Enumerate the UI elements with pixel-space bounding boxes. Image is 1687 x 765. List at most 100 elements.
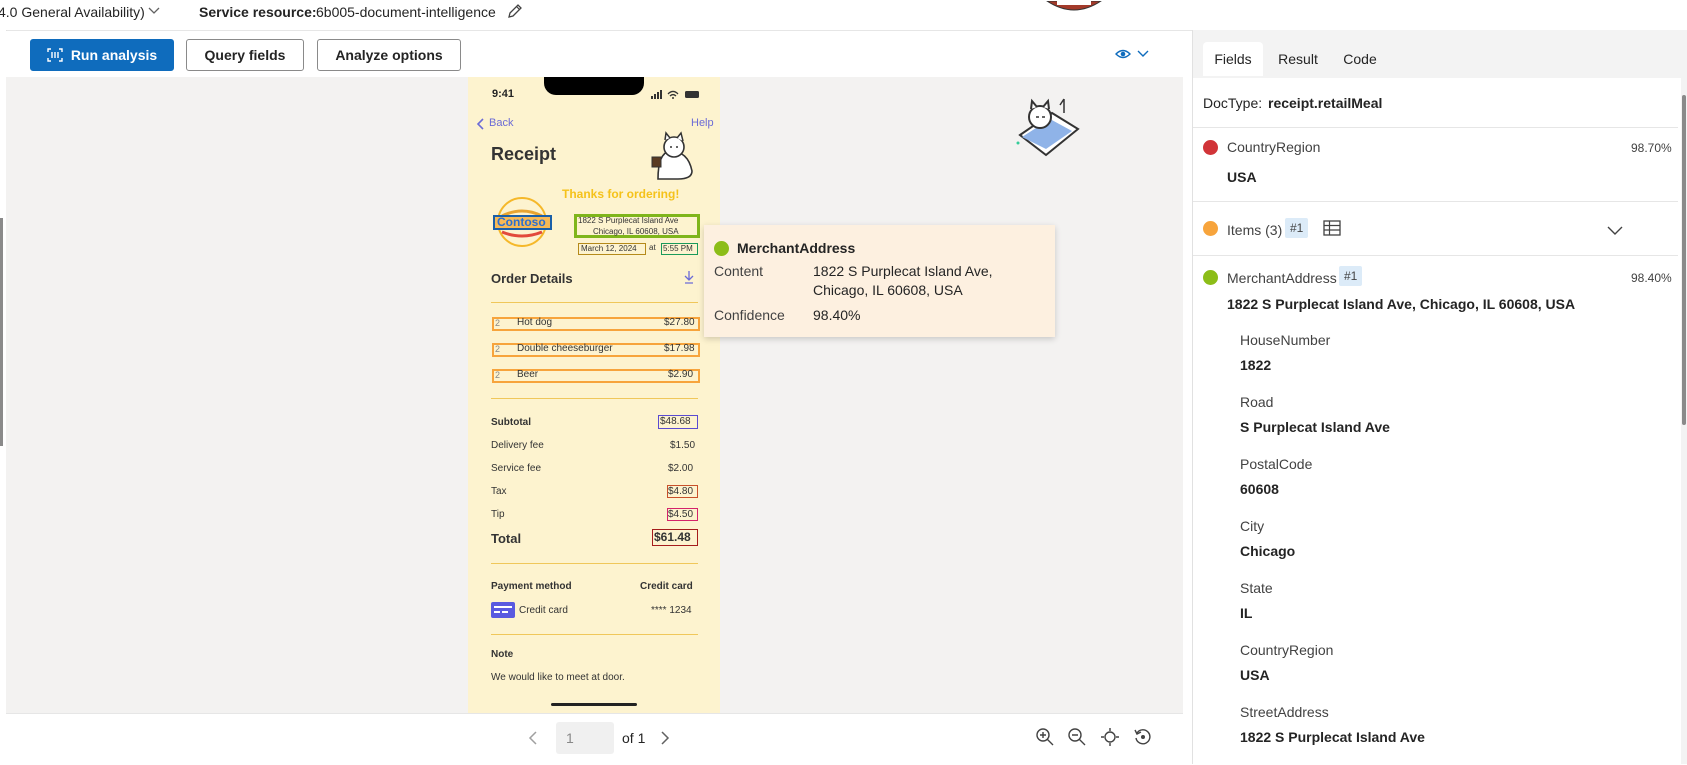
page-navigation: 1 of 1 [6, 713, 1183, 765]
divider [491, 398, 698, 399]
item-price: $27.80 [664, 317, 695, 328]
tab-code[interactable]: Code [1331, 42, 1389, 76]
status-dot [1203, 221, 1218, 236]
fit-page-icon[interactable] [1100, 727, 1120, 752]
subfield-label: PostalCode [1240, 456, 1313, 472]
item-price: $17.98 [664, 343, 695, 354]
status-dot [1203, 140, 1218, 155]
tooltip-confidence-value: 98.40% [813, 307, 861, 323]
field-confidence: 98.70% [1631, 141, 1672, 155]
fields-panel: Fields Result Code DocType: receipt.reta… [1192, 30, 1687, 764]
tooltip-confidence-label: Confidence [714, 307, 785, 323]
zoom-out-icon[interactable] [1067, 727, 1087, 752]
subfield-label: HouseNumber [1240, 332, 1331, 348]
help-link[interactable]: Help [691, 117, 714, 129]
note-text: We would like to meet at door. [491, 672, 625, 683]
cat-coffee-sticker [648, 131, 698, 181]
delivery-value: $1.50 [670, 440, 696, 451]
scan-icon [47, 48, 63, 62]
back-chevron-icon[interactable] [476, 117, 486, 135]
time-text: 5:55 PM [663, 244, 693, 253]
divider [1193, 201, 1678, 202]
tooltip-content-label: Content [714, 263, 764, 279]
expand-chevron-icon[interactable] [1607, 223, 1623, 241]
tip-value: $4.50 [668, 509, 694, 520]
prev-page-icon[interactable] [527, 730, 539, 751]
subtotal-label: Subtotal [491, 417, 531, 428]
field-label: CountryRegion [1227, 139, 1321, 155]
payment-method-label: Payment method [491, 581, 572, 592]
rotate-icon[interactable] [1133, 727, 1153, 752]
page-number-input[interactable]: 1 [556, 722, 614, 754]
total-value: $61.48 [654, 530, 691, 544]
run-analysis-label: Run analysis [70, 47, 158, 63]
index-badge: #1 [1339, 266, 1363, 286]
receipt-phone: 9:41 Back Help Receipt Thanks for orderi… [468, 77, 720, 713]
subfield-value: Chicago [1240, 543, 1296, 559]
mascot-image [1045, 0, 1103, 12]
subfield-value: 60608 [1240, 481, 1279, 497]
subfield-value: S Purplecat Island Ave [1240, 419, 1390, 435]
field-value: 1822 S Purplecat Island Ave, Chicago, IL… [1227, 296, 1576, 312]
total-label: Total [491, 531, 522, 546]
zoom-in-icon[interactable] [1035, 727, 1055, 752]
tax-value: $4.80 [668, 486, 694, 497]
field-confidence: 98.40% [1631, 271, 1672, 285]
payment-method-value: Credit card [640, 581, 693, 592]
divider [491, 563, 698, 564]
delivery-label: Delivery fee [491, 440, 544, 451]
run-analysis-button[interactable]: Run analysis [30, 39, 174, 71]
tooltip-title: MerchantAddress [737, 240, 856, 256]
status-dot [714, 241, 729, 256]
field-value: USA [1227, 169, 1257, 185]
tab-fields[interactable]: Fields [1203, 42, 1263, 76]
logo-text: Contoso [497, 215, 546, 229]
panel-tabs: Fields Result Code [1193, 30, 1687, 78]
service-resource-value: 6b005-document-intelligence [316, 4, 496, 20]
top-bar: 4.0 General Availability) Service resour… [0, 0, 1687, 31]
left-scroll-handle[interactable] [0, 218, 3, 446]
at-text: at [649, 243, 656, 252]
phone-notch [544, 77, 644, 95]
tab-result[interactable]: Result [1267, 42, 1329, 76]
tooltip-content-line2: Chicago, IL 60608, USA [813, 282, 963, 298]
cat-bed-sticker [1012, 95, 1082, 161]
api-version-select[interactable]: 4.0 General Availability) [0, 4, 145, 20]
item-name: Beer [517, 369, 539, 380]
subfield-label: CountryRegion [1240, 642, 1334, 658]
subfield-label: State [1240, 580, 1273, 596]
field-label: Items (3) [1227, 222, 1283, 238]
divider [491, 634, 698, 635]
item-qty: 2 [495, 318, 501, 328]
service-fee-label: Service fee [491, 463, 542, 474]
page-count: of 1 [622, 730, 646, 746]
field-label: MerchantAddress [1227, 270, 1337, 286]
edit-pencil-icon[interactable] [506, 2, 522, 20]
tip-label: Tip [491, 509, 505, 520]
visibility-toggle[interactable] [1114, 45, 1154, 63]
item-name: Hot dog [517, 317, 553, 328]
receipt-title: Receipt [491, 144, 557, 164]
subfield-label: StreetAddress [1240, 704, 1329, 720]
subfield-value: 1822 S Purplecat Island Ave [1240, 729, 1425, 745]
credit-card-label: Credit card [519, 605, 568, 616]
chevron-down-icon[interactable] [147, 3, 161, 20]
service-resource-label: Service resource: [199, 4, 317, 20]
tooltip-content-line1: 1822 S Purplecat Island Ave, [813, 263, 993, 279]
credit-card-icon [491, 602, 515, 618]
panel-scrollbar-thumb[interactable] [1682, 95, 1686, 425]
next-page-icon[interactable] [659, 730, 671, 751]
card-number: **** 1234 [651, 605, 692, 616]
date-text: March 12, 2024 [581, 244, 637, 253]
subfield-label: Road [1240, 394, 1274, 410]
thanks-text: Thanks for ordering! [562, 187, 680, 201]
analyze-options-button[interactable]: Analyze options [317, 39, 461, 71]
table-icon[interactable] [1323, 220, 1341, 241]
download-icon[interactable] [684, 270, 694, 289]
subfield-value: 1822 [1240, 357, 1272, 373]
item-qty: 2 [495, 370, 501, 380]
phone-time: 9:41 [492, 88, 515, 100]
query-fields-button[interactable]: Query fields [186, 39, 304, 71]
address-line2: Chicago, IL 60608, USA [593, 227, 679, 236]
back-link[interactable]: Back [489, 117, 513, 129]
